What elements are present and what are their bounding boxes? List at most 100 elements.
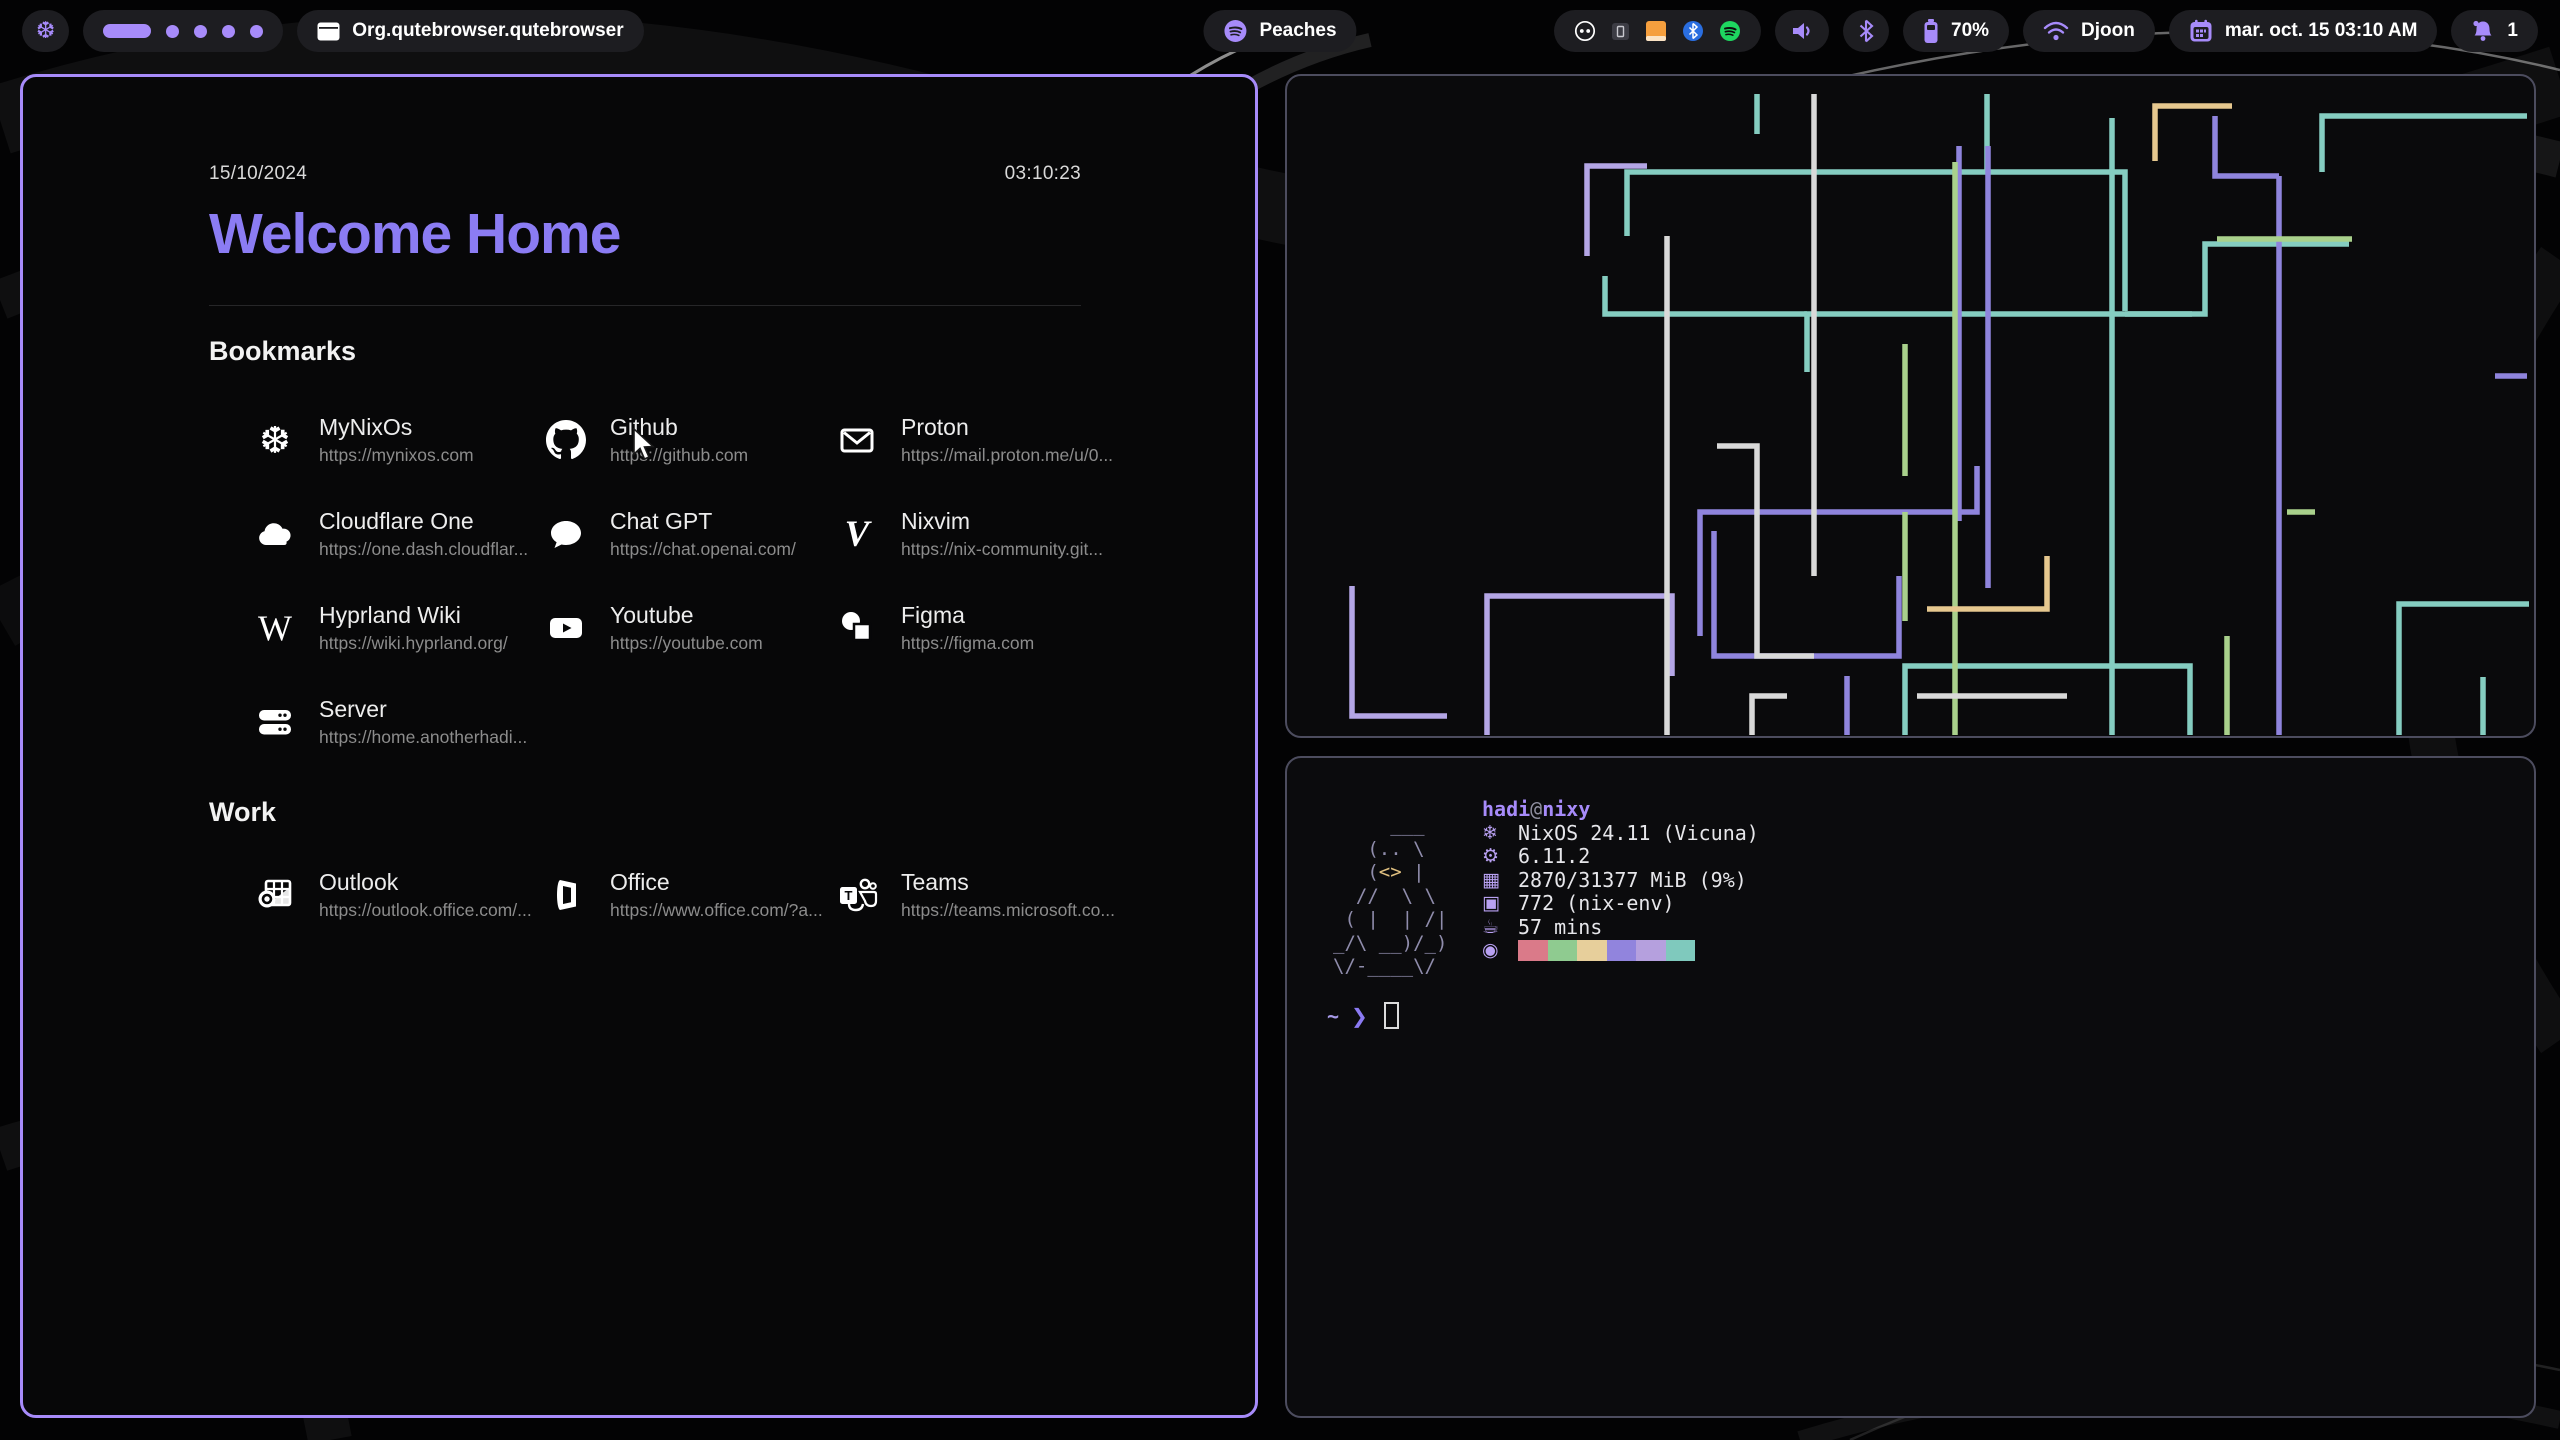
fetch-row-packages: ▣772 (nix-env) [1482, 892, 1759, 916]
kernel-icon: ⚙ [1482, 845, 1518, 869]
cloud-icon [253, 512, 297, 556]
wikipedia-icon: W [253, 606, 297, 650]
wifi-icon [2043, 21, 2069, 41]
fastfetch-ascii-art: ___ (.. \ (<> | // \ \ ( | | /|_/\ __)/_… [1333, 814, 1447, 979]
focused-window-title: Org.qutebrowser.qutebrowser [352, 20, 623, 42]
bookmark-outlook[interactable]: Outlook https://outlook.office.com/... [253, 864, 544, 926]
bookmark-cloudflare-one[interactable]: Cloudflare One https://one.dash.cloudfla… [253, 503, 544, 565]
bookmark-chatgpt[interactable]: Chat GPT https://chat.openai.com/ [544, 503, 835, 565]
memory-icon: ▦ [1482, 869, 1518, 893]
outlook-icon [253, 873, 297, 917]
network-module[interactable]: Djoon [2023, 10, 2155, 52]
divider [209, 305, 1081, 306]
spotify-icon [1223, 19, 1247, 43]
battery-icon [1923, 18, 1939, 44]
palette-swatch [1518, 940, 1548, 961]
prompt-symbol: ❯ [1351, 1004, 1368, 1028]
terminal-cursor [1384, 1002, 1399, 1029]
network-ssid: Djoon [2081, 20, 2135, 42]
volume-module[interactable] [1775, 10, 1829, 52]
svg-text:T: T [845, 888, 853, 903]
fetch-row-palette: ◉ [1482, 939, 1759, 963]
palette-swatch [1577, 940, 1607, 961]
figma-icon [835, 606, 879, 650]
bookmark-youtube[interactable]: Youtube https://youtube.com [544, 597, 835, 659]
workspace-switcher[interactable] [83, 10, 283, 52]
fetch-host: nixy [1542, 798, 1590, 822]
speaker-icon [1790, 20, 1814, 42]
bookmark-github[interactable]: Github https://github.com [544, 409, 835, 471]
envelope-icon [835, 418, 879, 462]
keepassxc-tray-icon[interactable] [1611, 22, 1630, 41]
workspace-dot[interactable] [166, 25, 179, 38]
prompt-path: ~ [1327, 1004, 1339, 1028]
palette-swatch [1607, 940, 1637, 961]
downloads-tray-icon[interactable] [1645, 20, 1667, 42]
launcher-button[interactable]: ❆ [22, 10, 69, 52]
clock-text: mar. oct. 15 03:10 AM [2225, 20, 2418, 42]
startpage-date: 15/10/2024 [209, 163, 307, 185]
clock-module[interactable]: mar. oct. 15 03:10 AM [2169, 10, 2438, 52]
bookmark-hyprland-wiki[interactable]: W Hyprland Wiki https://wiki.hyprland.or… [253, 597, 544, 659]
palette-swatch [1548, 940, 1578, 961]
battery-module[interactable]: 70% [1903, 10, 2009, 52]
startpage-time: 03:10:23 [1005, 163, 1081, 185]
palette-swatch [1666, 940, 1696, 961]
bookmark-teams[interactable]: T Teams https://teams.microsoft.co... [835, 864, 1126, 926]
bluetooth-tray-icon[interactable] [1682, 20, 1704, 42]
bookmark-mynixos[interactable]: ❆ MyNixOs https://mynixos.com [253, 409, 544, 471]
bookmark-office[interactable]: Office https://www.office.com/?a... [544, 864, 835, 926]
section-title-work: Work [209, 797, 1081, 828]
server-icon [253, 700, 297, 744]
workspace-dot[interactable] [222, 25, 235, 38]
workspace-dot[interactable] [250, 25, 263, 38]
system-tray [1554, 10, 1761, 52]
bell-icon [2471, 19, 2495, 43]
goggles-tray-icon[interactable] [1574, 20, 1596, 42]
teams-icon: T [835, 873, 879, 917]
bookmark-nixvim[interactable]: V Nixvim https://nix-community.git... [835, 503, 1126, 565]
chat-bubble-icon [544, 512, 588, 556]
bookmark-server[interactable]: Server https://home.anotherhadi... [253, 691, 544, 753]
vim-icon: V [835, 512, 879, 556]
pipes-screensaver [1287, 76, 2533, 735]
fetch-user: hadi [1482, 798, 1530, 822]
fetch-userhost: hadi@nixy [1482, 798, 1759, 822]
bookmark-proton[interactable]: Proton https://mail.proton.me/u/0... [835, 409, 1126, 471]
color-palette [1518, 940, 1695, 961]
snowflake-icon: ❄ [1482, 822, 1518, 846]
spotify-tray-icon[interactable] [1719, 20, 1741, 42]
window-icon [317, 22, 340, 41]
fetch-row-kernel: ⚙6.11.2 [1482, 845, 1759, 869]
calendar-icon [2189, 19, 2213, 43]
focused-window-module[interactable]: Org.qutebrowser.qutebrowser [297, 10, 643, 52]
notifications-module[interactable]: 1 [2451, 10, 2538, 52]
github-icon [544, 418, 588, 462]
battery-percent: 70% [1951, 20, 1989, 42]
fetch-row-memory: ▦2870/31377 MiB (9%) [1482, 869, 1759, 893]
pipes-terminal-window [1285, 74, 2536, 738]
nixos-icon: ❆ [253, 418, 297, 462]
workspace-active[interactable] [103, 24, 151, 38]
palette-swatch [1636, 940, 1666, 961]
packages-icon: ▣ [1482, 892, 1518, 916]
notification-count: 1 [2507, 20, 2518, 42]
status-bar: ❆ Org.qutebrowser.qutebrowser Peac [22, 10, 2538, 54]
bookmark-figma[interactable]: Figma https://figma.com [835, 597, 1126, 659]
fetch-row-uptime: ☕57 mins [1482, 916, 1759, 940]
nixos-logo-icon: ❆ [36, 18, 55, 44]
bluetooth-module[interactable] [1843, 10, 1889, 52]
qutebrowser-window: 15/10/2024 03:10:23 Welcome Home Bookmar… [20, 74, 1258, 1418]
media-player-module[interactable]: Peaches [1203, 10, 1356, 52]
palette-icon: ◉ [1482, 939, 1518, 963]
uptime-icon: ☕ [1482, 916, 1518, 940]
media-title: Peaches [1259, 20, 1336, 42]
shell-prompt[interactable]: ~ ❯ [1327, 1002, 1399, 1029]
fetch-terminal-window: ___ (.. \ (<> | // \ \ ( | | /|_/\ __)/_… [1285, 756, 2536, 1418]
office-icon [544, 873, 588, 917]
fetch-row-os: ❄NixOS 24.11 (Vicuna) [1482, 822, 1759, 846]
mouse-cursor [630, 428, 660, 462]
bluetooth-icon [1858, 19, 1874, 43]
workspace-dot[interactable] [194, 25, 207, 38]
youtube-icon [544, 606, 588, 650]
